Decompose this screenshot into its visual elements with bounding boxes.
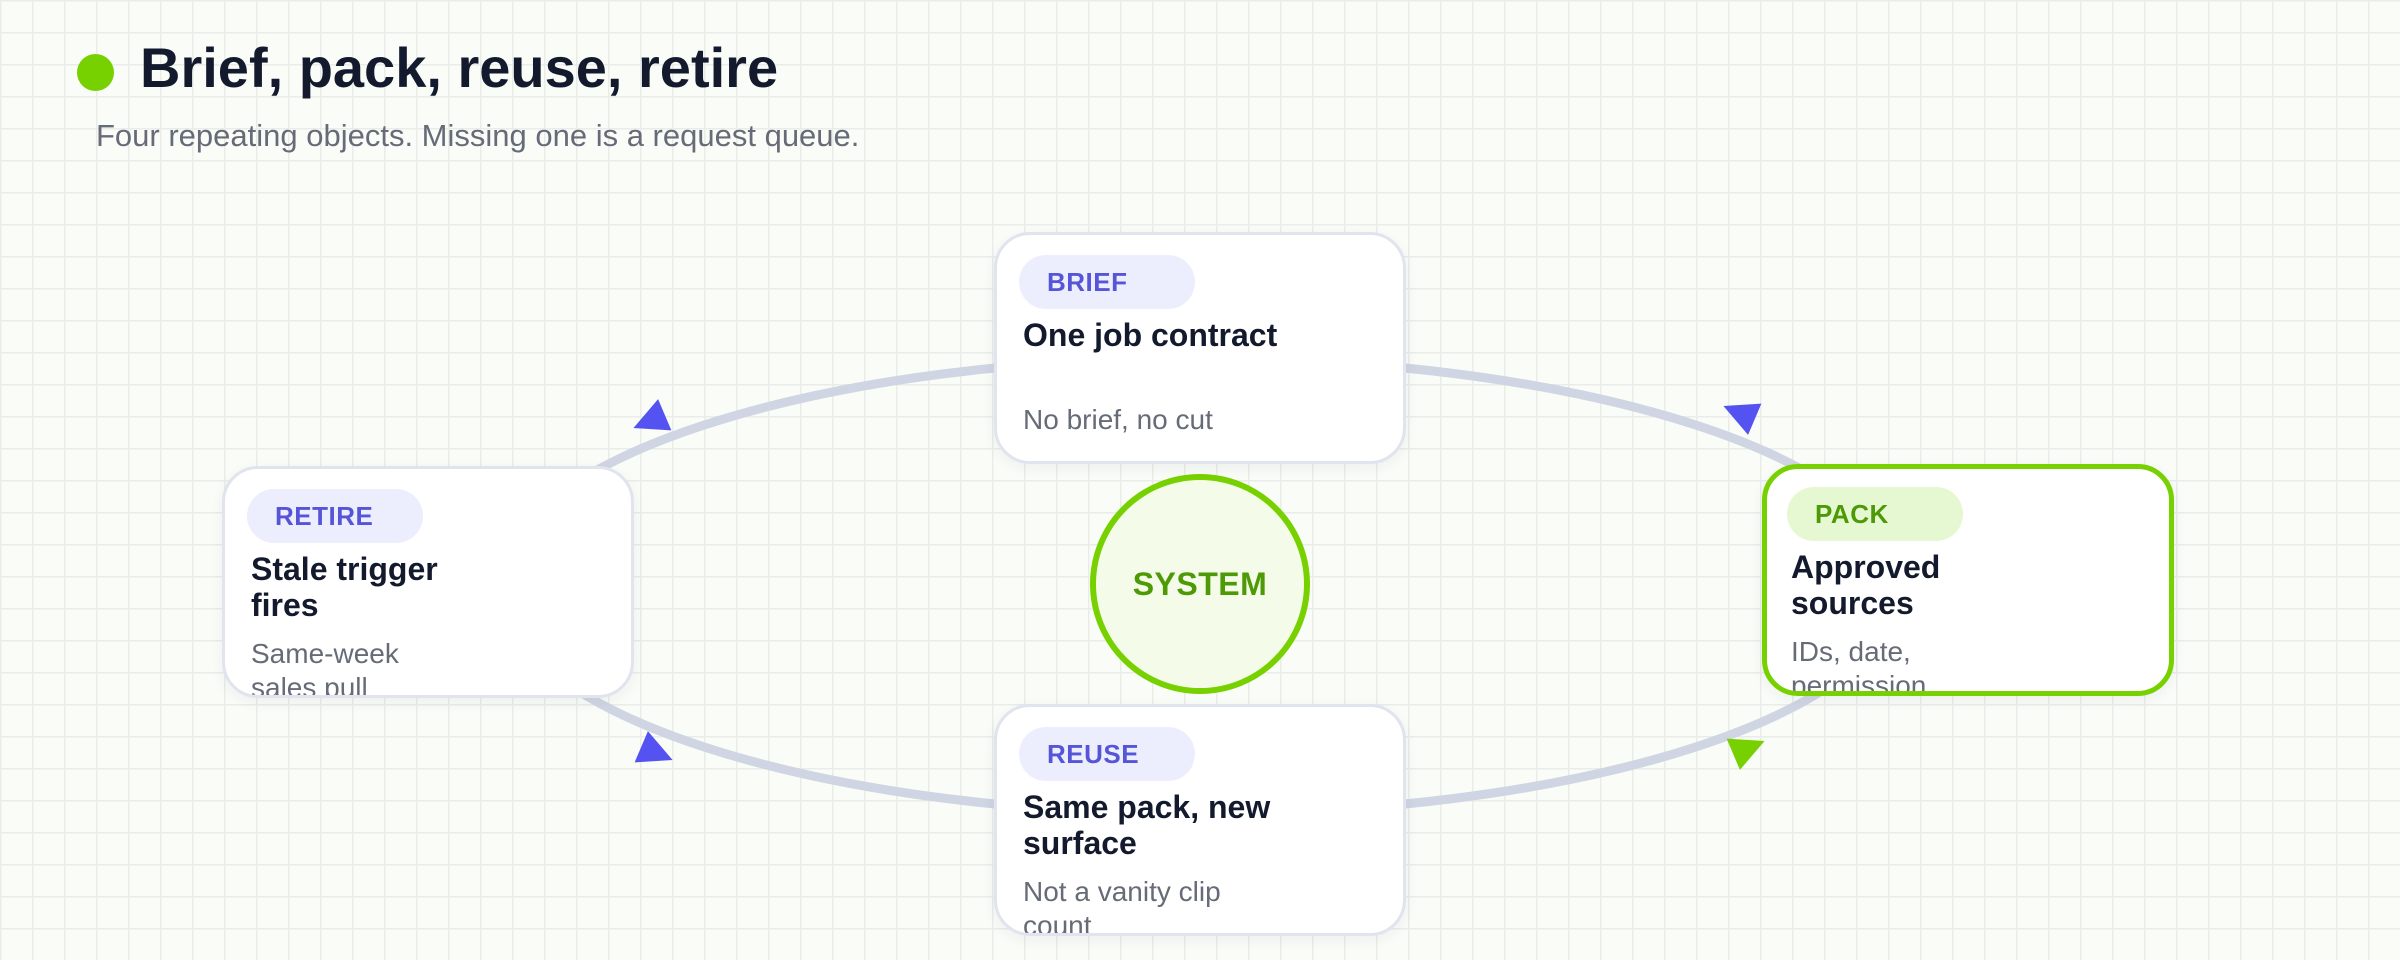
arrow-head (1723, 403, 1762, 435)
stage-description-reuse: Not a vanity clip count (1023, 876, 1221, 936)
stage-card-reuse: REUSE Same pack, new surface Not a vanit… (994, 704, 1406, 936)
stage-tag-reuse: REUSE (1019, 727, 1195, 781)
stage-tag-brief: BRIEF (1019, 255, 1195, 309)
stage-tag-retire: RETIRE (247, 489, 423, 543)
stage-description-pack: IDs, date, permission (1791, 636, 1927, 696)
system-hub: SYSTEM (1090, 474, 1310, 694)
stage-title-pack: Approved sources (1791, 549, 1941, 621)
stage-title-retire: Stale trigger fires (251, 551, 438, 623)
stage-description-brief: No brief, no cut (1023, 404, 1213, 435)
stage-description-retire: Same-week sales pull (251, 638, 399, 698)
stage-card-pack: PACK Approved sources IDs, date, permiss… (1762, 464, 2174, 696)
system-hub-label: SYSTEM (1132, 565, 1268, 602)
stage-card-retire: RETIRE Stale trigger fires Same-week sal… (222, 466, 634, 698)
stage-tag-pack: PACK (1787, 487, 1963, 541)
stage-title-reuse: Same pack, new surface (1023, 789, 1271, 861)
arrow-pack-to-brief (1723, 403, 1762, 435)
stage-title-brief: One job contract (1023, 317, 1278, 353)
stage-card-brief: BRIEF One job contract No brief, no cut (994, 232, 1406, 464)
